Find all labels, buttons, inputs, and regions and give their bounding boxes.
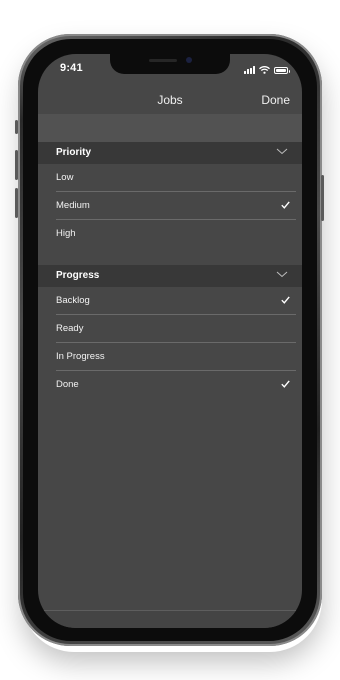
mute-switch (15, 120, 18, 134)
option-label: Low (56, 172, 74, 183)
option-row-backlog[interactable]: Backlog (38, 287, 302, 315)
speaker-grille (149, 59, 177, 62)
chevron-down-icon (276, 271, 288, 278)
chevron-down-icon (276, 148, 288, 155)
front-camera (186, 57, 192, 63)
option-label: High (56, 228, 76, 239)
status-time: 9:41 (60, 62, 83, 74)
navigation-bar: Jobs Done (38, 88, 302, 114)
option-row-medium[interactable]: Medium (38, 192, 302, 220)
option-row-ready[interactable]: Ready (38, 315, 302, 343)
volume-down-button (15, 188, 18, 218)
option-label: Ready (56, 323, 84, 334)
power-button (321, 175, 324, 221)
option-label: Medium (56, 200, 90, 211)
notch (110, 54, 230, 74)
option-row-done[interactable]: Done (38, 371, 302, 399)
section-title: Progress (56, 270, 100, 281)
checkmark-icon (281, 201, 290, 209)
option-label: Backlog (56, 295, 90, 306)
cellular-signal-icon (244, 66, 255, 74)
option-label: Done (56, 379, 79, 390)
checkmark-icon (281, 296, 290, 304)
done-button[interactable]: Done (261, 93, 290, 107)
status-icons (244, 64, 290, 74)
app-screen: 9:41 Jobs Done Priority Low Medium High … (38, 54, 302, 628)
checkmark-icon (281, 380, 290, 388)
option-row-high[interactable]: High (38, 220, 302, 248)
wifi-icon (259, 66, 270, 74)
home-indicator-area (38, 611, 302, 628)
section-title: Priority (56, 147, 92, 158)
section-header-progress[interactable]: Progress (38, 265, 302, 287)
status-bar: 9:41 (38, 54, 302, 88)
header-spacer (38, 114, 302, 142)
volume-up-button (15, 150, 18, 180)
option-row-in-progress[interactable]: In Progress (38, 343, 302, 371)
option-label: In Progress (56, 351, 105, 362)
section-header-priority[interactable]: Priority (38, 142, 302, 164)
option-row-low[interactable]: Low (38, 164, 302, 192)
battery-icon (274, 67, 290, 74)
